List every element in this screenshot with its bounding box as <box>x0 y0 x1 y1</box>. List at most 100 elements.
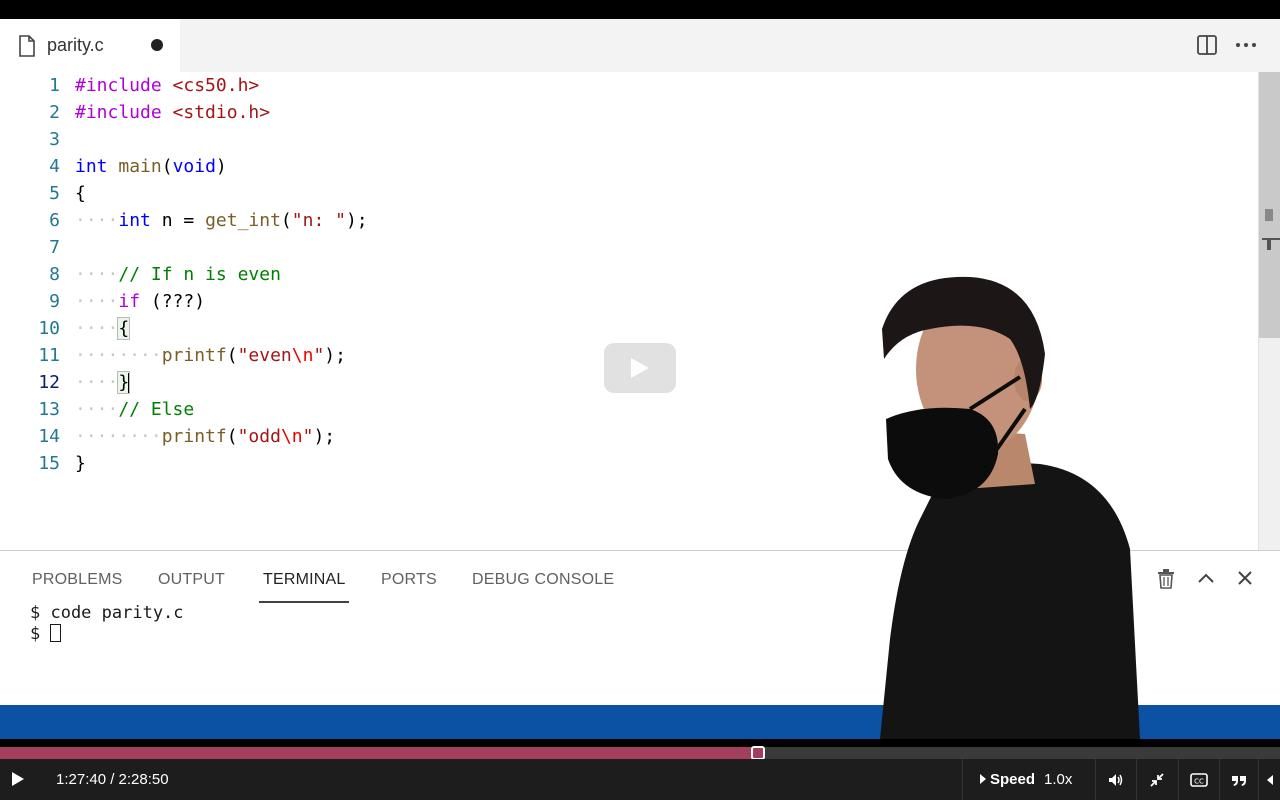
terminal-prompt: $ <box>30 624 51 644</box>
volume-icon[interactable] <box>1107 771 1125 789</box>
token: n = <box>150 210 206 231</box>
more-icon[interactable] <box>1234 34 1258 56</box>
play-overlay-button[interactable] <box>604 343 676 393</box>
active-tab-indicator <box>259 601 349 603</box>
code-line: 3 <box>0 126 1258 153</box>
token: #include <box>75 75 162 96</box>
line-number: 7 <box>49 237 60 258</box>
tab-terminal[interactable]: TERMINAL <box>263 571 346 589</box>
editor-scrollbar-thumb[interactable] <box>1259 72 1280 338</box>
terminal-line: $ code parity.c <box>30 603 184 623</box>
chevron-up-icon[interactable] <box>1196 569 1216 587</box>
line-number: 15 <box>38 453 60 474</box>
video-controls: 1:27:40 / 2:28:50 Speed 1.0x CC <box>0 759 1280 800</box>
token: (???) <box>140 291 206 312</box>
token: if <box>118 291 141 312</box>
divider <box>1095 759 1096 800</box>
divider <box>1258 759 1259 800</box>
video-time: 1:27:40 / 2:28:50 <box>56 771 169 788</box>
token: " <box>302 426 314 447</box>
token: printf <box>161 345 227 366</box>
tab-debug-console[interactable]: DEBUG CONSOLE <box>472 571 614 589</box>
token: " <box>313 345 325 366</box>
speed-value[interactable]: 1.0x <box>1044 771 1072 788</box>
exit-fullscreen-icon[interactable] <box>1148 771 1166 789</box>
terminal-output[interactable]: $ code parity.c $ <box>30 603 184 645</box>
line-number: 8 <box>49 264 60 285</box>
token: // Else <box>118 399 195 420</box>
line-number: 5 <box>49 183 60 204</box>
tab-output[interactable]: OUTPUT <box>158 571 225 589</box>
line-number: 6 <box>49 210 60 231</box>
scrollbar-marker <box>1265 209 1273 221</box>
divider <box>1136 759 1137 800</box>
line-number: 9 <box>49 291 60 312</box>
line-number: 12 <box>38 372 60 393</box>
line-number: 13 <box>38 399 60 420</box>
code-line: 1 #include <cs50.h> <box>0 72 1258 99</box>
token: <stdio.h> <box>172 102 271 123</box>
code-line: 4 int main(void) <box>0 153 1258 180</box>
token: ( <box>226 345 238 366</box>
token: { <box>117 317 131 340</box>
scrollbar-cursor-marker <box>1262 238 1280 240</box>
token: "odd <box>237 426 281 447</box>
unsaved-dot-icon[interactable] <box>151 39 163 51</box>
editor-tab-bar: parity.c <box>0 19 1280 72</box>
line-number: 14 <box>38 426 60 447</box>
caret-left-icon[interactable] <box>1267 775 1273 785</box>
line-number: 1 <box>49 75 60 96</box>
token: // If n is even <box>118 264 281 285</box>
video-frame: parity.c 1 #include <cs50.h> 2 #include … <box>0 19 1280 739</box>
token: ( <box>226 426 238 447</box>
token: #include <box>75 102 162 123</box>
close-icon[interactable] <box>1236 569 1254 587</box>
scrollbar-marker <box>1267 238 1271 250</box>
line-number: 3 <box>49 129 60 150</box>
token: \n <box>291 345 314 366</box>
token: int <box>118 210 151 231</box>
token: ( <box>280 210 292 231</box>
file-icon <box>19 35 35 57</box>
token: \n <box>280 426 303 447</box>
token: get_int <box>205 210 281 231</box>
code-line: 2 #include <stdio.h> <box>0 99 1258 126</box>
tab-label: parity.c <box>47 35 104 55</box>
divider <box>1219 759 1220 800</box>
caret-right-icon <box>980 774 986 784</box>
video-progress-handle[interactable] <box>750 746 765 760</box>
token: <cs50.h> <box>172 75 260 96</box>
divider <box>1178 759 1179 800</box>
token: "even <box>237 345 292 366</box>
code-line: 5 { <box>0 180 1258 207</box>
speed-label[interactable]: Speed <box>990 771 1035 788</box>
split-editor-icon[interactable] <box>1196 34 1218 56</box>
code-line: 6 ····int n = get_int("n: "); <box>0 207 1258 234</box>
token: } <box>75 453 86 474</box>
play-icon <box>631 358 649 378</box>
terminal-cursor <box>50 624 62 642</box>
captions-icon[interactable]: CC <box>1190 771 1208 789</box>
tab-parity-c[interactable]: parity.c <box>0 19 180 72</box>
presenter-video-overlay <box>880 276 1140 739</box>
token: ) <box>215 156 227 177</box>
token: "n: " <box>291 210 346 231</box>
video-progress-fill <box>0 747 758 759</box>
line-number: 11 <box>38 345 60 366</box>
svg-text:CC: CC <box>1194 778 1204 786</box>
token: ); <box>313 426 336 447</box>
token: ); <box>345 210 368 231</box>
transcript-icon[interactable] <box>1230 771 1248 789</box>
video-progress-bar[interactable] <box>0 746 1280 760</box>
tab-problems[interactable]: PROBLEMS <box>32 571 123 589</box>
line-number: 2 <box>49 102 60 123</box>
token: printf <box>161 426 227 447</box>
code-line: 7 <box>0 234 1258 261</box>
tab-ports[interactable]: PORTS <box>381 571 437 589</box>
text-cursor <box>128 373 131 393</box>
token: ); <box>324 345 346 366</box>
top-letterbox <box>0 0 1280 19</box>
token: void <box>172 156 216 177</box>
line-number: 4 <box>49 156 60 177</box>
play-icon[interactable] <box>12 772 24 786</box>
